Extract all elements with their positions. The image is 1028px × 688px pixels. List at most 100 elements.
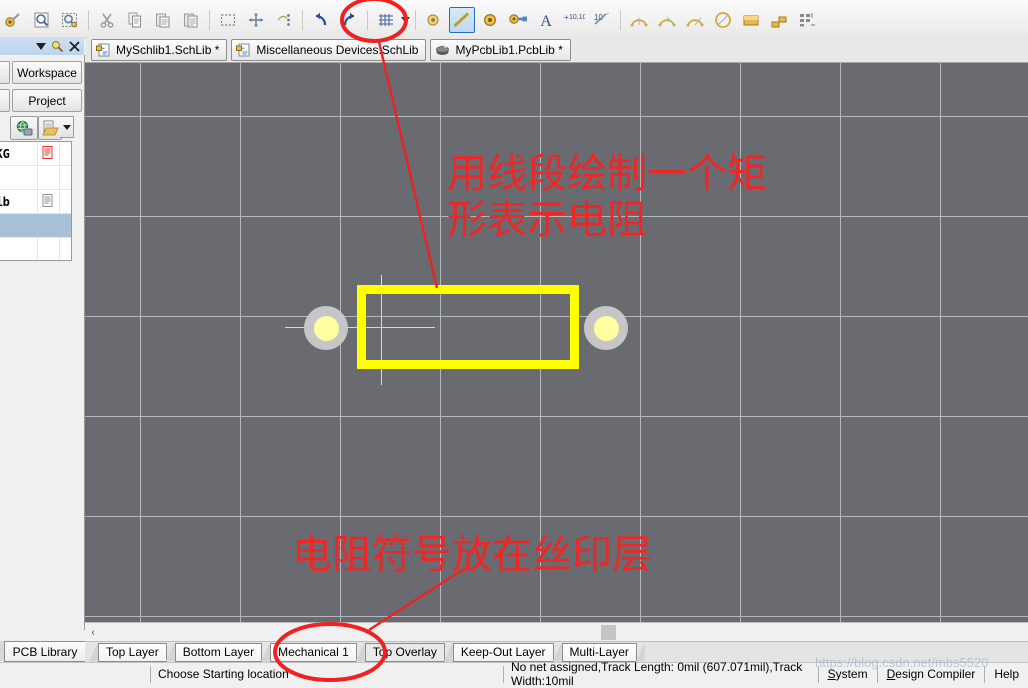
- list-item[interactable]: hLib: [0, 190, 71, 214]
- tab-mypcblib1[interactable]: MyPcbLib1.PcbLib *: [430, 38, 571, 61]
- project-button[interactable]: Project: [12, 89, 82, 112]
- grid-line: [840, 63, 841, 622]
- list-item[interactable]: [0, 166, 71, 190]
- tab-misc-devices[interactable]: Miscellaneous Devices.SchLib: [231, 38, 427, 61]
- zoom-area-icon[interactable]: [57, 7, 83, 33]
- layer-tab-skew: [89, 642, 98, 662]
- list-item-label: hLib: [0, 194, 10, 209]
- layer-tab-skew: [261, 642, 271, 662]
- paste-icon[interactable]: [150, 7, 176, 33]
- place-string-icon[interactable]: A: [533, 7, 559, 33]
- document-tab-bar: MySchlib1.SchLib * Miscellaneous Devices…: [85, 37, 1028, 63]
- annotation-draw-rectangle: 用线段绘制一个矩 形表示电阻: [447, 151, 767, 243]
- layer-tab-skew: [443, 642, 453, 662]
- layer-tab-skew: [635, 642, 645, 662]
- layer-tab-keepout-layer[interactable]: Keep-Out Layer: [452, 642, 554, 662]
- arc-any-angle-icon[interactable]: [682, 7, 708, 33]
- list-item[interactable]: [0, 214, 71, 238]
- move-icon[interactable]: [243, 7, 269, 33]
- panel-header: [0, 37, 84, 56]
- panel-dropdown-arrow-icon[interactable]: [33, 39, 48, 54]
- tab-label: MyPcbLib1.PcbLib *: [455, 42, 563, 57]
- watermark-url: https://blog.csdn.net/mbs5520: [815, 655, 989, 670]
- toolbar-separator: [415, 10, 416, 30]
- place-pad-icon[interactable]: [477, 7, 503, 33]
- toolbar-separator: [302, 10, 303, 30]
- place-line-icon[interactable]: [449, 7, 475, 33]
- annotation-line-2: 形表示电阻: [447, 197, 647, 243]
- horizontal-scrollbar[interactable]: ‹: [85, 622, 1028, 642]
- arc-center-icon[interactable]: [626, 7, 652, 33]
- pcb-library-tab[interactable]: PCB Library: [4, 641, 86, 662]
- grid-line: [85, 616, 1028, 617]
- redo-icon[interactable]: [336, 7, 362, 33]
- grid-icon[interactable]: [373, 7, 399, 33]
- toolbar-button-strip: A + 10,10 10: [0, 5, 821, 35]
- annotation-line-1: 用线段绘制一个矩: [447, 151, 767, 197]
- command-hint: Choose Starting location: [150, 665, 503, 683]
- full-circle-icon[interactable]: [710, 7, 736, 33]
- list-item[interactable]: [0, 238, 71, 260]
- place-fill-icon[interactable]: [738, 7, 764, 33]
- workspace-button[interactable]: Workspace: [12, 61, 82, 84]
- tab-label: MySchlib1.SchLib *: [116, 42, 220, 57]
- toolbar-separator: [367, 10, 368, 30]
- align-icon[interactable]: [271, 7, 297, 33]
- scroll-left-arrow-icon[interactable]: ‹: [85, 624, 101, 641]
- pcb-library-icon: [435, 43, 450, 57]
- library-list[interactable]: BPKG hLib: [0, 141, 72, 261]
- pad-1[interactable]: [304, 306, 348, 350]
- scrollbar-thumb[interactable]: [601, 625, 616, 640]
- arc-edge-icon[interactable]: [654, 7, 680, 33]
- place-via-icon[interactable]: [505, 7, 531, 33]
- open-document-icon[interactable]: [38, 116, 62, 140]
- pcb-canvas[interactable]: 用线段绘制一个矩 形表示电阻 电阻符号放在丝印层: [85, 63, 1028, 622]
- schematic-library-icon: [236, 43, 251, 57]
- panel-pin-icon[interactable]: [50, 39, 65, 54]
- toolbar-separator: [620, 10, 621, 30]
- undo-icon[interactable]: [308, 7, 334, 33]
- layer-tab-mechanical-1[interactable]: Mechanical 1: [270, 642, 357, 662]
- select-area-icon[interactable]: [215, 7, 241, 33]
- document-gray-icon: [39, 193, 55, 210]
- annotation-line-1: 电阻符号放在丝印层: [292, 532, 652, 578]
- place-coordinate-icon[interactable]: + 10,10: [561, 7, 587, 33]
- place-polygon-icon[interactable]: [766, 7, 792, 33]
- grid-line: [85, 516, 1028, 517]
- tab-label: Miscellaneous Devices.SchLib: [256, 42, 419, 57]
- copy-icon[interactable]: [122, 7, 148, 33]
- layer-tab-top-overlay[interactable]: Top Overlay: [364, 642, 445, 662]
- layer-tab-multi-layer[interactable]: Multi-Layer: [561, 642, 637, 662]
- left-panel: Workspace Project BPKG: [0, 55, 85, 630]
- silkscreen-rectangle[interactable]: [357, 285, 579, 369]
- globe-icon[interactable]: [10, 116, 38, 140]
- layer-tab-skew: [165, 642, 175, 662]
- zoom-document-icon[interactable]: [29, 7, 55, 33]
- layer-tab-skew: [552, 642, 562, 662]
- pad-2[interactable]: [584, 306, 628, 350]
- place-dimension-icon[interactable]: 10: [589, 7, 615, 33]
- document-dropdown-arrow-icon[interactable]: [60, 116, 74, 138]
- panel-button-stub-1[interactable]: [0, 61, 10, 84]
- grid-line: [85, 416, 1028, 417]
- place-array-icon[interactable]: [794, 7, 820, 33]
- main-toolbar: A + 10,10 10: [0, 0, 1028, 38]
- panel-close-icon[interactable]: [67, 39, 82, 54]
- layer-tab-skew: [355, 642, 365, 662]
- open-icon[interactable]: [1, 7, 27, 33]
- place-pad-left-icon[interactable]: [421, 7, 447, 33]
- list-item-label: BPKG: [0, 146, 10, 161]
- tab-myschlib1[interactable]: MySchlib1.SchLib *: [91, 38, 228, 61]
- grid-line: [85, 116, 1028, 117]
- layer-tab-bottom-layer[interactable]: Bottom Layer: [174, 642, 263, 662]
- cut-icon[interactable]: [94, 7, 120, 33]
- layer-tab-top-layer[interactable]: Top Layer: [98, 642, 167, 662]
- list-item[interactable]: BPKG: [0, 142, 71, 166]
- annotation-silkscreen-layer: 电阻符号放在丝印层: [292, 532, 652, 578]
- schematic-library-icon: [96, 43, 111, 57]
- paste-special-icon[interactable]: [178, 7, 204, 33]
- panel-button-stub-2[interactable]: [0, 89, 10, 112]
- grid-line: [940, 63, 941, 622]
- grid-dropdown-arrow-icon[interactable]: [400, 7, 411, 33]
- toolbar-separator: [209, 10, 210, 30]
